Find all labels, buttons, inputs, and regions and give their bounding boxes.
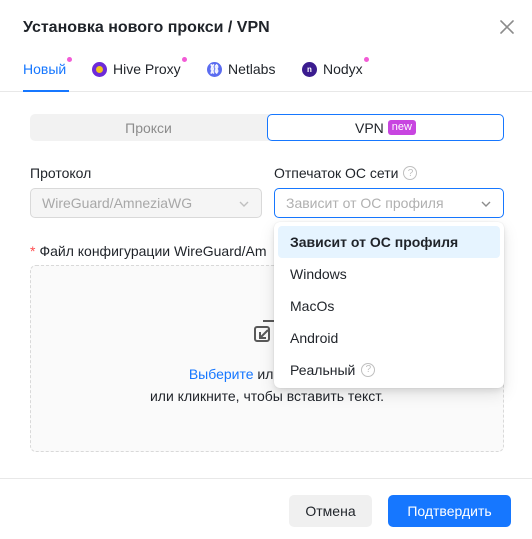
chevron-down-icon bbox=[239, 201, 249, 207]
tab-nodyx-label: Nodyx bbox=[323, 61, 363, 77]
tab-netlabs[interactable]: ⛓ Netlabs bbox=[207, 61, 275, 77]
dropzone-text-2: или кликните, чтобы вставить текст. bbox=[149, 388, 385, 404]
option-real-label: Реальный bbox=[290, 362, 356, 378]
segment-proxy[interactable]: Прокси bbox=[30, 114, 267, 141]
hive-proxy-logo-icon bbox=[92, 61, 107, 77]
config-file-label: * Файл конфигурации WireGuard/Am bbox=[30, 243, 267, 259]
notification-dot bbox=[363, 57, 369, 62]
fingerprint-label: Отпечаток ОС сети bbox=[274, 165, 399, 181]
tab-hive-proxy[interactable]: Hive Proxy bbox=[92, 57, 187, 77]
tab-nodyx[interactable]: n Nodyx bbox=[302, 57, 369, 77]
tab-new[interactable]: Новый bbox=[23, 57, 73, 77]
cancel-button[interactable]: Отмена bbox=[289, 495, 372, 527]
close-icon[interactable] bbox=[497, 17, 517, 37]
protocol-label: Протокол bbox=[30, 165, 92, 181]
option-depends-on-profile[interactable]: Зависит от ОС профиля bbox=[278, 226, 500, 258]
provider-tabs: Новый Hive Proxy ⛓ Netlabs n Nodyx bbox=[0, 54, 532, 92]
proxy-vpn-switch: Прокси VPN new bbox=[30, 114, 504, 141]
option-real[interactable]: Реальный ? bbox=[278, 354, 500, 386]
netlabs-logo-icon: ⛓ bbox=[207, 61, 222, 77]
modal-title: Установка нового прокси / VPN bbox=[23, 19, 270, 36]
protocol-select[interactable]: WireGuard/AmneziaWG bbox=[30, 188, 262, 218]
nodyx-logo-icon: n bbox=[302, 61, 317, 77]
new-badge: new bbox=[387, 120, 416, 135]
help-icon[interactable]: ? bbox=[403, 166, 418, 180]
fingerprint-dropdown: Зависит от ОС профиля Windows MacOs Andr… bbox=[274, 222, 504, 388]
segment-vpn[interactable]: VPN new bbox=[267, 114, 504, 141]
option-macos[interactable]: MacOs bbox=[278, 290, 500, 322]
tab-new-label: Новый bbox=[23, 61, 67, 77]
select-file-link[interactable]: Выберите bbox=[189, 366, 254, 382]
active-tab-indicator bbox=[23, 90, 69, 92]
protocol-select-value: WireGuard/AmneziaWG bbox=[42, 195, 193, 211]
config-file-label-text: Файл конфигурации WireGuard/Am bbox=[39, 243, 267, 259]
modal-footer: Отмена Подтвердить bbox=[0, 478, 532, 539]
fingerprint-label-group: Отпечаток ОС сети ? bbox=[274, 165, 418, 181]
required-asterisk: * bbox=[30, 243, 36, 259]
chevron-down-icon bbox=[481, 201, 491, 207]
tab-netlabs-label: Netlabs bbox=[228, 61, 276, 77]
segment-vpn-label: VPN bbox=[355, 119, 384, 136]
confirm-button[interactable]: Подтвердить bbox=[388, 495, 511, 527]
fingerprint-select-placeholder: Зависит от ОС профиля bbox=[286, 195, 444, 211]
notification-dot bbox=[67, 57, 73, 62]
notification-dot bbox=[181, 57, 187, 62]
proxy-vpn-modal: Установка нового прокси / VPN Новый Hive… bbox=[0, 0, 532, 539]
help-icon[interactable]: ? bbox=[361, 363, 376, 377]
fingerprint-select[interactable]: Зависит от ОС профиля bbox=[274, 188, 504, 218]
option-android[interactable]: Android bbox=[278, 322, 500, 354]
option-windows[interactable]: Windows bbox=[278, 258, 500, 290]
tab-hive-proxy-label: Hive Proxy bbox=[113, 61, 181, 77]
